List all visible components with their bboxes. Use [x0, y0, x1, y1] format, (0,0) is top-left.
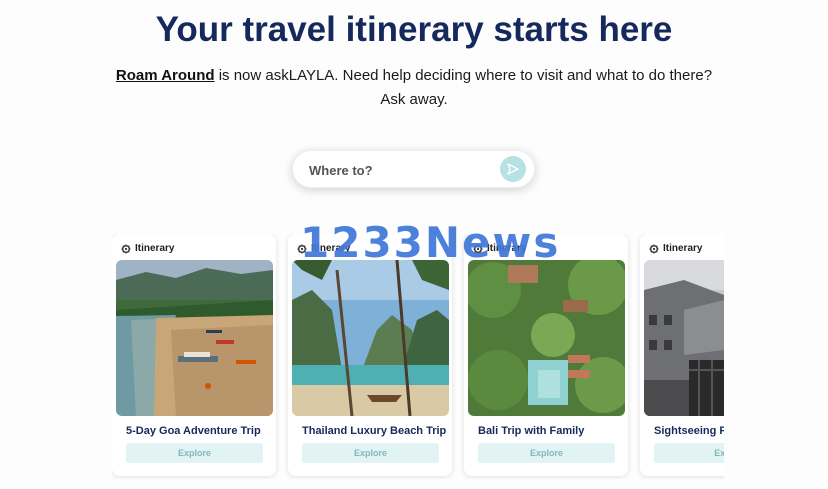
subtitle-text: is now askLAYLA. Need help deciding wher…	[214, 67, 713, 108]
explore-button[interactable]: Explore	[478, 443, 615, 463]
send-button[interactable]	[500, 156, 526, 182]
explore-button[interactable]: Explore	[126, 443, 263, 463]
card-title: Sightseeing P	[654, 425, 724, 437]
gear-icon	[297, 244, 307, 253]
itinerary-card[interactable]: Itinerary Bali Trip with Family Explore	[464, 234, 628, 476]
search-bar	[292, 150, 535, 188]
card-badge-label: Itinerary	[311, 243, 351, 254]
itinerary-card[interactable]: Itinerary 5-Day Goa Adventure Trip Explo…	[112, 234, 276, 476]
city-rooftops-image	[644, 260, 724, 416]
card-badge-label: Itinerary	[487, 243, 527, 254]
gear-icon	[121, 244, 131, 253]
page-title: Your travel itinerary starts here	[155, 10, 673, 49]
card-badge: Itinerary	[297, 243, 350, 254]
goa-beach-image	[116, 260, 273, 416]
search-input[interactable]	[307, 159, 491, 181]
roam-around-link[interactable]: Roam Around	[116, 67, 215, 84]
thailand-beach-image	[292, 260, 449, 416]
card-title: Bali Trip with Family	[478, 425, 585, 437]
card-badge-label: Itinerary	[663, 243, 703, 254]
itinerary-card[interactable]: Itinerary Thailand Luxury Beach Trip Exp…	[288, 234, 452, 476]
page: Your travel itinerary starts here Roam A…	[0, 0, 828, 489]
card-badge-label: Itinerary	[135, 243, 175, 254]
send-icon	[507, 163, 519, 175]
gear-icon	[473, 244, 483, 253]
bali-resort-image	[468, 260, 625, 416]
card-badge: Itinerary	[121, 243, 174, 254]
gear-icon	[649, 244, 659, 253]
explore-button[interactable]: Explore	[302, 443, 439, 463]
card-badge: Itinerary	[649, 243, 702, 254]
card-title: 5-Day Goa Adventure Trip	[126, 425, 261, 437]
card-title: Thailand Luxury Beach Trip	[302, 425, 447, 437]
page-subtitle: Roam Around is now askLAYLA. Need help d…	[108, 64, 720, 112]
itinerary-carousel: Itinerary 5-Day Goa Adventure Trip Explo…	[112, 234, 724, 479]
explore-button[interactable]: Exp	[654, 443, 724, 463]
itinerary-card[interactable]: Itinerary Sightseeing P Ex	[640, 234, 724, 476]
card-badge: Itinerary	[473, 243, 526, 254]
